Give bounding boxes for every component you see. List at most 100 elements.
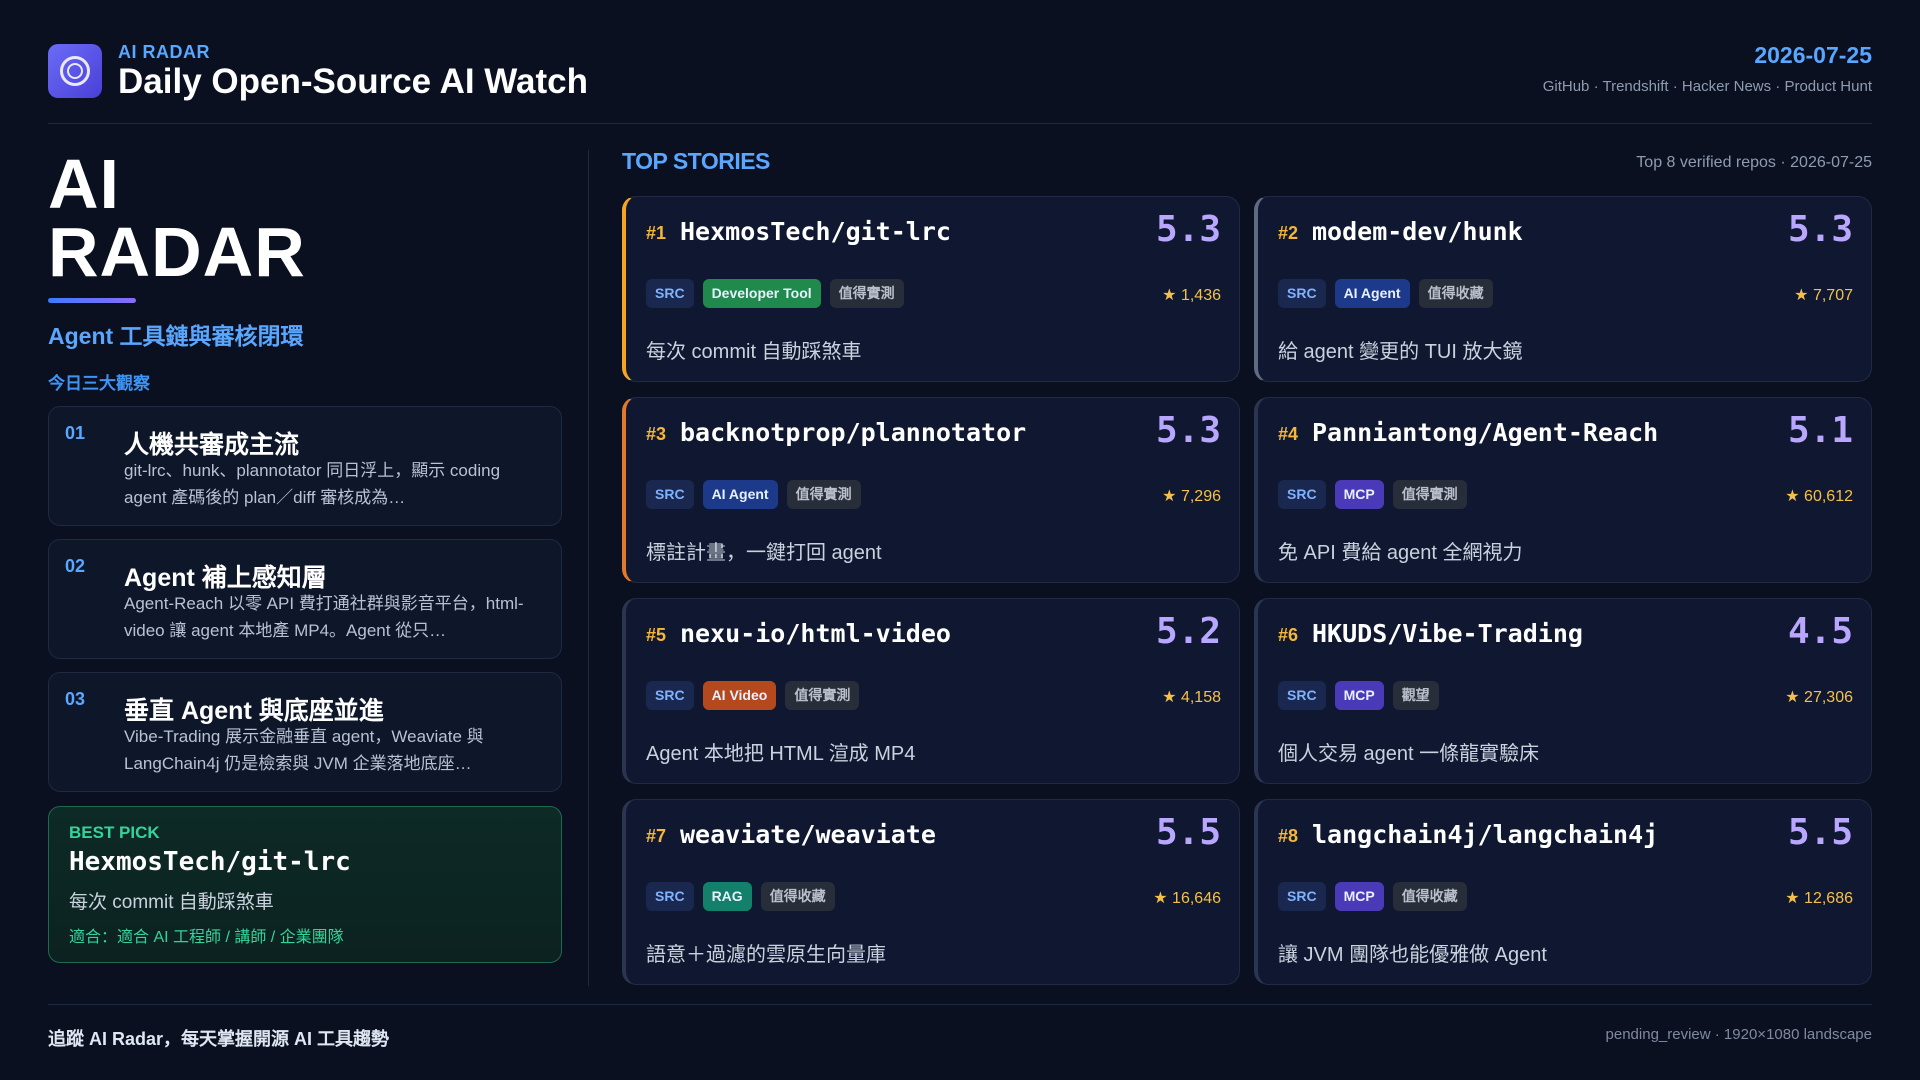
verdict-tag: 值得實測	[1392, 480, 1467, 509]
insight-body: Agent-Reach 以零 API 費打通社群與影音平台，html-video…	[124, 594, 524, 640]
story-score: 5.2	[1155, 611, 1221, 652]
source-tag: SRC	[646, 882, 694, 911]
verdict-tag: 觀望	[1392, 681, 1439, 710]
insight-number: 02	[65, 556, 86, 576]
story-rank: #3	[646, 424, 667, 444]
story-repo-link[interactable]: backnotprop/plannotator	[680, 418, 1026, 447]
story-rank: #8	[1278, 826, 1299, 846]
story-score: 5.5	[1155, 812, 1221, 853]
insight-number: 03	[65, 689, 86, 709]
story-desc: Agent 本地把 HTML 渲成 MP4	[646, 743, 916, 765]
story-repo-link[interactable]: nexu-io/html-video	[680, 619, 951, 648]
story-tags: SRC MCP 觀望	[1278, 681, 1439, 710]
insight-title: 人機共審成主流	[124, 431, 300, 459]
source-tag: SRC	[1278, 480, 1326, 509]
story-tags: SRC MCP 值得實測	[1278, 480, 1467, 509]
star-count: ★ 4,158	[1162, 689, 1221, 706]
source-tag: SRC	[1278, 279, 1326, 308]
insight-number: 01	[65, 423, 86, 443]
insight-body: git-lrc、hunk、plannotator 同日浮上，顯示 coding …	[124, 461, 501, 507]
story-score: 5.3	[1787, 209, 1853, 250]
story-desc: 標註計畫，一鍵打回 agent	[646, 542, 882, 564]
story-repo-link[interactable]: Panniantong/Agent-Reach	[1312, 418, 1658, 447]
star-count: ★ 12,686	[1785, 890, 1853, 907]
hero-underline	[48, 298, 136, 303]
story-card[interactable]: #6 HKUDS/Vibe-Trading 4.5 SRC MCP 觀望 ★ 27,306 個…	[1254, 598, 1872, 784]
best-pick-card[interactable]: BEST PICK HexmosTech/git-lrc 每次 commit 自…	[48, 806, 562, 963]
source-tag: SRC	[646, 279, 694, 308]
sidebar: AI RADAR Agent 工具鏈與審核閉環 今日三大觀察 01 人機共審成主…	[48, 144, 562, 990]
category-tag: Developer Tool	[702, 279, 821, 308]
verdict-tag: 值得收藏	[760, 882, 835, 911]
story-repo-link[interactable]: weaviate/weaviate	[680, 820, 936, 849]
verdict-tag: 值得收藏	[1418, 279, 1493, 308]
story-rank: #7	[646, 826, 667, 846]
verdict-tag: 值得實測	[785, 681, 860, 710]
story-card[interactable]: #4 Panniantong/Agent-Reach 5.1 SRC MCP 值得實測 ★ …	[1254, 397, 1872, 583]
star-count: ★ 16,646	[1153, 890, 1221, 907]
radar-logo-icon	[48, 44, 102, 98]
source-tag: SRC	[1278, 882, 1326, 911]
story-repo-link[interactable]: modem-dev/hunk	[1312, 217, 1523, 246]
top-stories: TOP STORIES Top 8 verified repos · 2026-…	[622, 144, 1872, 990]
story-card[interactable]: #1 HexmosTech/git-lrc 5.3 SRC Developer Tool…	[622, 196, 1240, 382]
story-card[interactable]: #5 nexu-io/html-video 5.2 SRC AI Video 值得實測 ★ …	[622, 598, 1240, 784]
story-tags: SRC AI Agent 值得收藏	[1278, 279, 1493, 308]
story-desc: 每次 commit 自動踩煞車	[646, 341, 862, 363]
hero-title: AI RADAR	[48, 145, 562, 291]
source-tag: SRC	[646, 681, 694, 710]
story-card[interactable]: #3 backnotprop/plannotator 5.3 SRC AI Agent 值…	[622, 397, 1240, 583]
story-card[interactable]: #8 langchain4j/langchain4j 5.5 SRC MCP 值得收藏 ★ …	[1254, 799, 1872, 985]
insight-card: 03 垂直 Agent 與底座並進 Vibe-Trading 展示金融垂直 ag…	[48, 672, 562, 792]
insight-card: 02 Agent 補上感知層 Agent-Reach 以零 API 費打通社群與…	[48, 539, 562, 659]
section-meta: Top 8 verified repos · 2026-07-25	[1636, 154, 1872, 171]
category-tag: MCP	[1334, 681, 1384, 710]
story-card[interactable]: #2 modem-dev/hunk 5.3 SRC AI Agent 值得收藏 ★ 7,70…	[1254, 196, 1872, 382]
column-divider	[588, 150, 589, 986]
best-pick-desc: 每次 commit 自動踩煞車	[69, 892, 274, 913]
story-score: 5.5	[1787, 812, 1853, 853]
star-count: ★ 1,436	[1162, 287, 1221, 304]
star-count: ★ 27,306	[1785, 689, 1853, 706]
star-count: ★ 60,612	[1785, 488, 1853, 505]
category-tag: MCP	[1334, 882, 1384, 911]
source-list: GitHub · Trendshift · Hacker News · Prod…	[1542, 78, 1872, 95]
verdict-tag: 值得實測	[829, 279, 904, 308]
story-desc: 給 agent 變更的 TUI 放大鏡	[1278, 341, 1523, 363]
footer: 追蹤 AI Radar，每天掌握開源 AI 工具趨勢 pending_revie…	[48, 1004, 1872, 1064]
source-tag: SRC	[1278, 681, 1326, 710]
brand-title: Daily Open-Source AI Watch	[118, 62, 588, 101]
story-score: 5.3	[1155, 209, 1221, 250]
category-tag: AI Agent	[1334, 279, 1410, 308]
best-pick-repo[interactable]: HexmosTech/git-lrc	[69, 847, 351, 877]
header: AI RADAR Daily Open-Source AI Watch 2026…	[48, 36, 1872, 124]
hero-title-line1: AI	[48, 145, 120, 223]
story-tags: SRC RAG 值得收藏	[646, 882, 835, 911]
footer-tagline: 追蹤 AI Radar，每天掌握開源 AI 工具趨勢	[48, 1029, 390, 1049]
story-desc: 個人交易 agent 一條龍實驗床	[1278, 743, 1540, 765]
story-repo-link[interactable]: langchain4j/langchain4j	[1312, 820, 1658, 849]
story-rank: #2	[1278, 223, 1299, 243]
story-repo-link[interactable]: HKUDS/Vibe-Trading	[1312, 619, 1583, 648]
star-count: ★ 7,707	[1794, 287, 1853, 304]
insight-body: Vibe-Trading 展示金融垂直 agent，Weaviate 與 Lan…	[124, 727, 484, 773]
category-tag: AI Agent	[702, 480, 778, 509]
category-tag: MCP	[1334, 480, 1384, 509]
story-tags: SRC MCP 值得收藏	[1278, 882, 1467, 911]
category-tag: RAG	[702, 882, 752, 911]
story-tags: SRC AI Video 值得實測	[646, 681, 860, 710]
story-card[interactable]: #7 weaviate/weaviate 5.5 SRC RAG 值得收藏 ★ 16,646…	[622, 799, 1240, 985]
best-pick-audience: 適合：適合 AI 工程師 / 講師 / 企業團隊	[69, 929, 344, 946]
story-score: 4.5	[1787, 611, 1853, 652]
story-repo-link[interactable]: HexmosTech/git-lrc	[680, 217, 951, 246]
category-tag: AI Video	[702, 681, 777, 710]
story-tags: SRC Developer Tool 值得實測	[646, 279, 904, 308]
hero-title-line2: RADAR	[48, 213, 306, 291]
verdict-tag: 值得收藏	[1392, 882, 1467, 911]
story-desc: 免 API 費給 agent 全網視力	[1278, 542, 1523, 564]
insight-title: 垂直 Agent 與底座並進	[124, 697, 384, 725]
story-rank: #1	[646, 223, 667, 243]
section-title: TOP STORIES	[622, 148, 770, 174]
story-score: 5.1	[1787, 410, 1853, 451]
verdict-tag: 值得實測	[786, 480, 861, 509]
